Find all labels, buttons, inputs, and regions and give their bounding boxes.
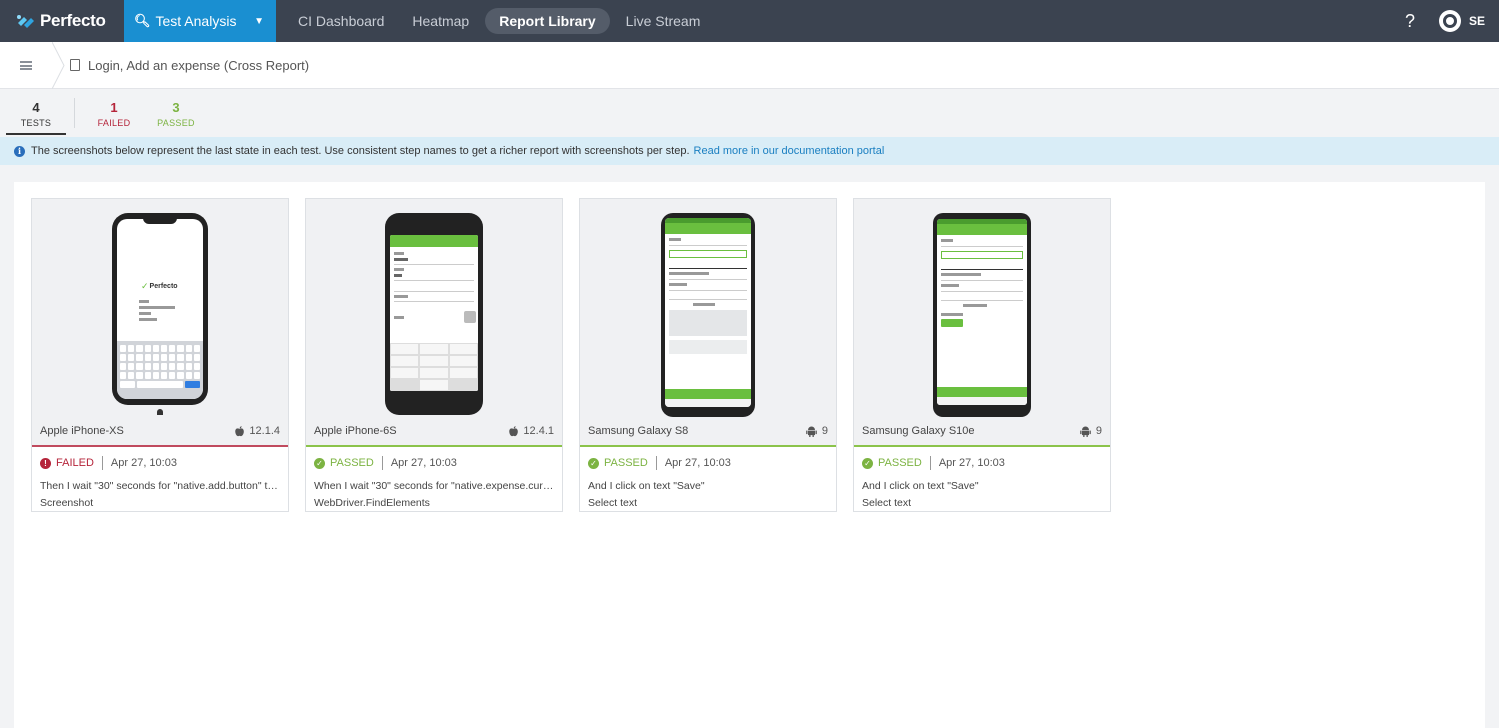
- top-navbar: Perfecto 🔍︎ Test Analysis ▼ CI Dashboard…: [0, 0, 1499, 42]
- test-status: ✓ PASSED Apr 27, 10:03: [854, 449, 1110, 477]
- info-icon: i: [14, 145, 25, 157]
- brand-name: Perfecto: [40, 11, 106, 30]
- status-badge: FAILED: [56, 457, 94, 469]
- status-badge: PASSED: [330, 457, 374, 469]
- device-info: Samsung Galaxy S10e 9: [854, 417, 1110, 447]
- passed-label: PASSED: [157, 118, 195, 128]
- apple-icon: [509, 425, 519, 436]
- menu-icon: [20, 60, 32, 70]
- user-initials[interactable]: SE: [1469, 14, 1485, 28]
- breadcrumb: Login, Add an expense (Cross Report): [0, 41, 1499, 89]
- device-name: Apple iPhone-6S: [314, 425, 397, 437]
- document-icon: [70, 59, 80, 71]
- failed-icon: !: [40, 457, 51, 469]
- test-status: ✓ PASSED Apr 27, 10:03: [306, 449, 562, 477]
- device-screenshot[interactable]: [580, 199, 836, 417]
- device-screenshot[interactable]: [854, 199, 1110, 417]
- test-date: Apr 27, 10:03: [390, 457, 457, 469]
- device-card[interactable]: Samsung Galaxy S10e 9 ✓ PASSED Apr 27, 1…: [853, 198, 1111, 512]
- chevron-down-icon: ▼: [254, 15, 264, 27]
- passed-icon: ✓: [588, 457, 599, 469]
- iphone-screenshot: [385, 213, 483, 415]
- device-name: Samsung Galaxy S10e: [862, 425, 975, 437]
- perfecto-logo-icon: [17, 15, 34, 28]
- status-badge: PASSED: [878, 457, 922, 469]
- os-version: 12.4.1: [509, 425, 554, 437]
- failed-count: 1: [110, 100, 118, 115]
- device-screenshot[interactable]: ✓ Perfecto: [32, 199, 288, 417]
- apple-icon: [235, 425, 245, 436]
- last-step: And I click on text "Save": [862, 480, 979, 492]
- last-action: Select text: [588, 497, 638, 509]
- iphone-screenshot: ✓ Perfecto: [112, 213, 208, 415]
- nav-heatmap[interactable]: Heatmap: [398, 8, 483, 34]
- test-counters: 4 TESTS 1 FAILED 3 PASSED: [0, 90, 207, 136]
- test-date: Apr 27, 10:03: [938, 457, 1005, 469]
- os-version-label: 9: [821, 425, 828, 437]
- tests-label: TESTS: [20, 118, 52, 128]
- android-screenshot: [661, 213, 755, 417]
- failed-label: FAILED: [97, 118, 131, 128]
- avatar[interactable]: [1438, 10, 1461, 32]
- breadcrumb-separator: [52, 41, 66, 89]
- help-icon[interactable]: ?: [1405, 11, 1415, 32]
- search-icon: 🔍︎: [134, 13, 151, 28]
- device-info: Apple iPhone-6S 12.4.1: [306, 417, 562, 447]
- passed-icon: ✓: [862, 457, 873, 469]
- os-version-label: 12.1.4: [249, 425, 280, 437]
- last-step: When I wait "30" seconds for "native.exp…: [314, 480, 562, 492]
- os-version: 9: [806, 425, 828, 437]
- android-icon: [806, 426, 817, 437]
- divider: [74, 98, 75, 128]
- nav-test-analysis-label: Test Analysis: [155, 13, 237, 29]
- breadcrumb-report[interactable]: Login, Add an expense (Cross Report): [70, 58, 309, 73]
- documentation-link[interactable]: Read more in our documentation portal: [694, 145, 885, 157]
- cross-report-panel: ✓ Perfecto Apple iPhone-XS 12.1.4 ! FAIL…: [14, 182, 1485, 728]
- counter-passed[interactable]: 3 PASSED: [145, 90, 207, 135]
- last-step: And I click on text "Save": [588, 480, 705, 492]
- passed-count: 3: [172, 100, 180, 115]
- sidebar-toggle-button[interactable]: [0, 42, 52, 89]
- info-text: The screenshots below represent the last…: [31, 145, 690, 157]
- nav-report-library[interactable]: Report Library: [485, 8, 610, 34]
- nav-live-stream[interactable]: Live Stream: [612, 8, 715, 34]
- device-screenshot[interactable]: [306, 199, 562, 417]
- tests-count: 4: [32, 100, 40, 115]
- nav-ci-dashboard[interactable]: CI Dashboard: [284, 8, 398, 34]
- device-card[interactable]: Samsung Galaxy S8 9 ✓ PASSED Apr 27, 10:…: [579, 198, 837, 512]
- test-status: ✓ PASSED Apr 27, 10:03: [580, 449, 836, 477]
- device-card[interactable]: Apple iPhone-6S 12.4.1 ✓ PASSED Apr 27, …: [305, 198, 563, 512]
- report-title: Login, Add an expense (Cross Report): [88, 57, 310, 73]
- user-icon: [1442, 14, 1457, 28]
- nav-test-analysis[interactable]: 🔍︎ Test Analysis ▼: [124, 0, 276, 42]
- device-info: Samsung Galaxy S8 9: [580, 417, 836, 447]
- last-action: Select text: [862, 497, 912, 509]
- test-date: Apr 27, 10:03: [110, 457, 177, 469]
- counter-failed[interactable]: 1 FAILED: [83, 90, 145, 135]
- status-badge: PASSED: [604, 457, 648, 469]
- last-action: Screenshot: [40, 497, 94, 509]
- perfecto-logo[interactable]: Perfecto: [0, 0, 124, 42]
- os-version-label: 9: [1095, 425, 1102, 437]
- last-step: Then I wait "30" seconds for "native.add…: [40, 480, 288, 492]
- device-name: Apple iPhone-XS: [40, 425, 124, 437]
- test-status: ! FAILED Apr 27, 10:03: [32, 449, 288, 477]
- android-screenshot: [933, 213, 1031, 417]
- counter-tests[interactable]: 4 TESTS: [6, 90, 66, 135]
- device-card[interactable]: ✓ Perfecto Apple iPhone-XS 12.1.4 ! FAIL…: [31, 198, 289, 512]
- last-action: WebDriver.FindElements: [314, 497, 430, 509]
- os-version: 9: [1080, 425, 1102, 437]
- passed-icon: ✓: [314, 457, 325, 469]
- info-banner: i The screenshots below represent the la…: [0, 137, 1499, 165]
- device-info: Apple iPhone-XS 12.1.4: [32, 417, 288, 447]
- os-version: 12.1.4: [235, 425, 280, 437]
- android-icon: [1080, 426, 1091, 437]
- device-name: Samsung Galaxy S8: [588, 425, 689, 437]
- test-date: Apr 27, 10:03: [664, 457, 731, 469]
- os-version-label: 12.4.1: [523, 425, 554, 437]
